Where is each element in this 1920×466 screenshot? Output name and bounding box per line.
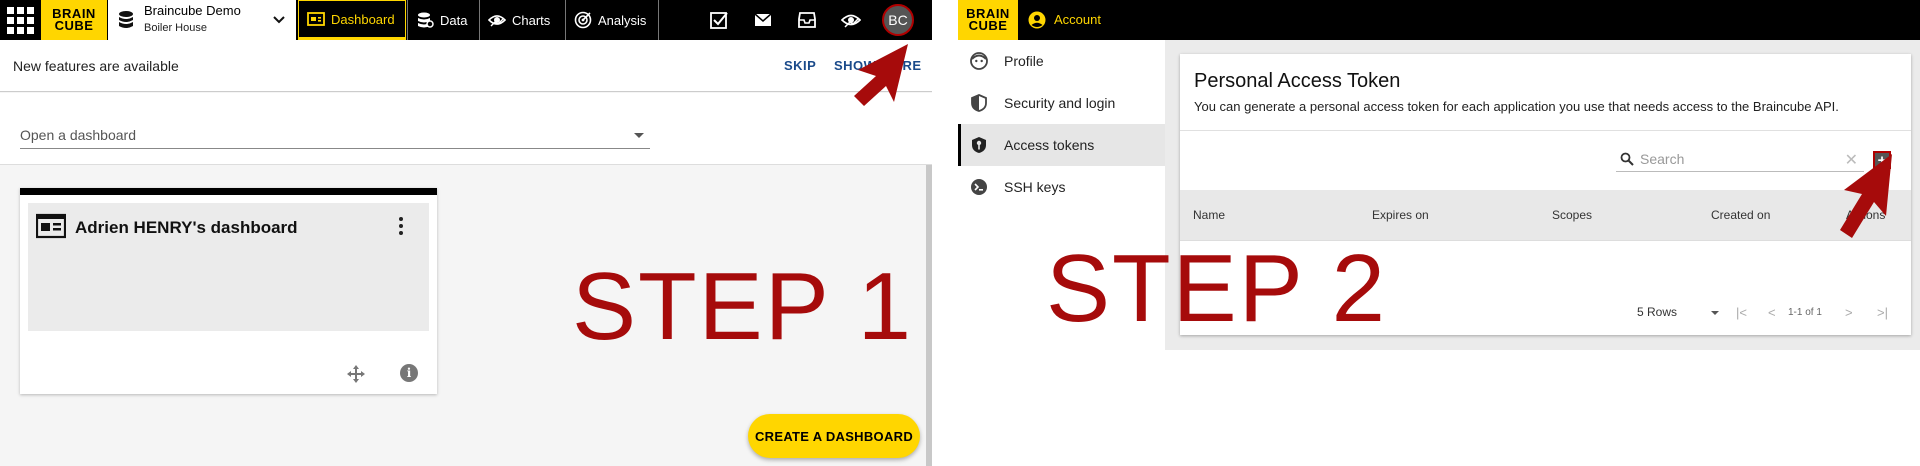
dropdown-arrow-icon — [1711, 311, 1719, 315]
more-vert-icon[interactable] — [399, 217, 403, 235]
rows-per-page-select[interactable]: 5 Rows — [1637, 305, 1677, 319]
column-header[interactable]: Scopes — [1552, 208, 1592, 222]
database-icon — [119, 11, 133, 28]
info-icon[interactable]: i — [400, 364, 418, 382]
mail-icon[interactable] — [753, 10, 773, 30]
tutorial-composite: BRAIN CUBE Braincube Demo Boiler House D… — [0, 0, 1920, 466]
sidebar-item-security[interactable]: Security and login — [958, 82, 1165, 124]
apps-menu-button[interactable] — [0, 0, 40, 40]
dashboard-card-header: Adrien HENRY's dashboard — [28, 203, 429, 331]
inbox-icon[interactable] — [797, 10, 817, 30]
sidebar-item-label: SSH keys — [1004, 179, 1066, 195]
dropdown-arrow-icon — [634, 133, 644, 138]
top-app-bar: BRAIN CUBE Account — [958, 0, 1920, 40]
account-circle-icon — [1028, 11, 1046, 29]
tab-data-label: Data — [440, 12, 468, 28]
nav-divider — [658, 0, 659, 40]
create-dashboard-button[interactable]: CREATE A DASHBOARD — [748, 414, 920, 458]
tab-analysis-label: Analysis — [598, 12, 647, 28]
account-label[interactable]: Account — [1054, 12, 1101, 27]
key-shield-icon — [972, 137, 986, 153]
column-header[interactable]: Created on — [1711, 208, 1770, 222]
scrollbar[interactable] — [926, 165, 932, 466]
open-dashboard-select[interactable]: Open a dashboard — [20, 125, 650, 149]
card-description: You can generate a personal access token… — [1194, 99, 1839, 114]
face-icon — [970, 52, 988, 70]
column-header[interactable]: Expires on — [1372, 208, 1429, 222]
sidebar-item-label: Access tokens — [1004, 137, 1095, 153]
token-search: ✕ — [1616, 146, 1864, 172]
dashboard-card[interactable]: Adrien HENRY's dashboard i — [20, 188, 437, 394]
last-page-icon[interactable]: >| — [1877, 305, 1888, 320]
open-dashboard-placeholder: Open a dashboard — [20, 127, 136, 143]
dashboard-icon — [307, 12, 325, 26]
step1-panel: BRAIN CUBE Braincube Demo Boiler House D… — [0, 0, 932, 466]
pointer-arrow-icon — [1840, 154, 1892, 238]
sidebar-item-label: Security and login — [1004, 95, 1116, 111]
logo-line2: CUBE — [54, 18, 94, 33]
previous-page-icon[interactable]: < — [1768, 305, 1776, 320]
banner-message: New features are available — [13, 58, 179, 74]
tab-data[interactable]: Data — [408, 0, 478, 40]
column-header[interactable]: Name — [1193, 208, 1225, 222]
search-icon — [1620, 152, 1634, 166]
dashboard-icon — [36, 213, 66, 239]
card-title: Personal Access Token — [1194, 70, 1401, 92]
step-1-label: STEP 1 — [572, 253, 914, 360]
search-input[interactable] — [1640, 148, 1830, 170]
move-arrows-icon[interactable] — [346, 364, 366, 384]
tab-charts-label: Charts — [512, 12, 551, 28]
shield-icon — [971, 94, 987, 112]
skip-button[interactable]: SKIP — [784, 58, 816, 73]
user-avatar[interactable]: BC — [882, 4, 914, 36]
charts-icon — [488, 15, 506, 27]
tab-dashboard-label: Dashboard — [331, 11, 395, 27]
workspace-subtitle: Boiler House — [144, 22, 207, 34]
tab-charts[interactable]: Charts — [480, 0, 564, 40]
braincube-logo[interactable]: BRAIN CUBE — [41, 0, 107, 40]
dashboard-card-title: Adrien HENRY's dashboard — [75, 218, 298, 237]
sidebar-item-profile[interactable]: Profile — [958, 40, 1165, 82]
new-features-banner: New features are available SKIP SHOW MOR… — [0, 40, 932, 92]
analysis-icon — [574, 11, 592, 29]
insights-eye-icon[interactable] — [841, 10, 861, 30]
braincube-logo[interactable]: BRAIN CUBE — [958, 0, 1018, 40]
tab-dashboard[interactable]: Dashboard — [298, 0, 406, 40]
step-2-label: STEP 2 — [1046, 235, 1388, 342]
step2-panel: BRAIN CUBE Account Profile Security and … — [958, 0, 1920, 466]
chevron-down-icon — [273, 16, 285, 24]
dashboard-selector-row: Open a dashboard — [0, 93, 932, 165]
terminal-key-icon — [971, 179, 987, 195]
logo-line2: CUBE — [968, 18, 1008, 33]
sidebar-item-ssh-keys[interactable]: SSH keys — [958, 166, 1165, 208]
token-table-header: Name Expires on Scopes Created on Action… — [1180, 190, 1911, 240]
sidebar-item-access-tokens[interactable]: Access tokens — [958, 124, 1165, 166]
top-app-bar: BRAIN CUBE Braincube Demo Boiler House D… — [0, 0, 932, 40]
workspace-selector[interactable]: Braincube Demo Boiler House — [108, 0, 296, 40]
data-icon — [418, 12, 434, 28]
first-page-icon[interactable]: |< — [1736, 305, 1747, 320]
tab-analysis[interactable]: Analysis — [566, 0, 658, 40]
next-page-icon[interactable]: > — [1845, 305, 1853, 320]
apps-grid-icon — [6, 6, 34, 34]
pointer-arrow-icon — [854, 44, 908, 106]
tasks-checkbox-icon[interactable] — [709, 10, 729, 30]
divider — [1180, 130, 1911, 131]
pagination-range: 1-1 of 1 — [1788, 307, 1822, 318]
workspace-name: Braincube Demo — [144, 3, 241, 18]
sidebar-item-label: Profile — [1004, 53, 1044, 69]
